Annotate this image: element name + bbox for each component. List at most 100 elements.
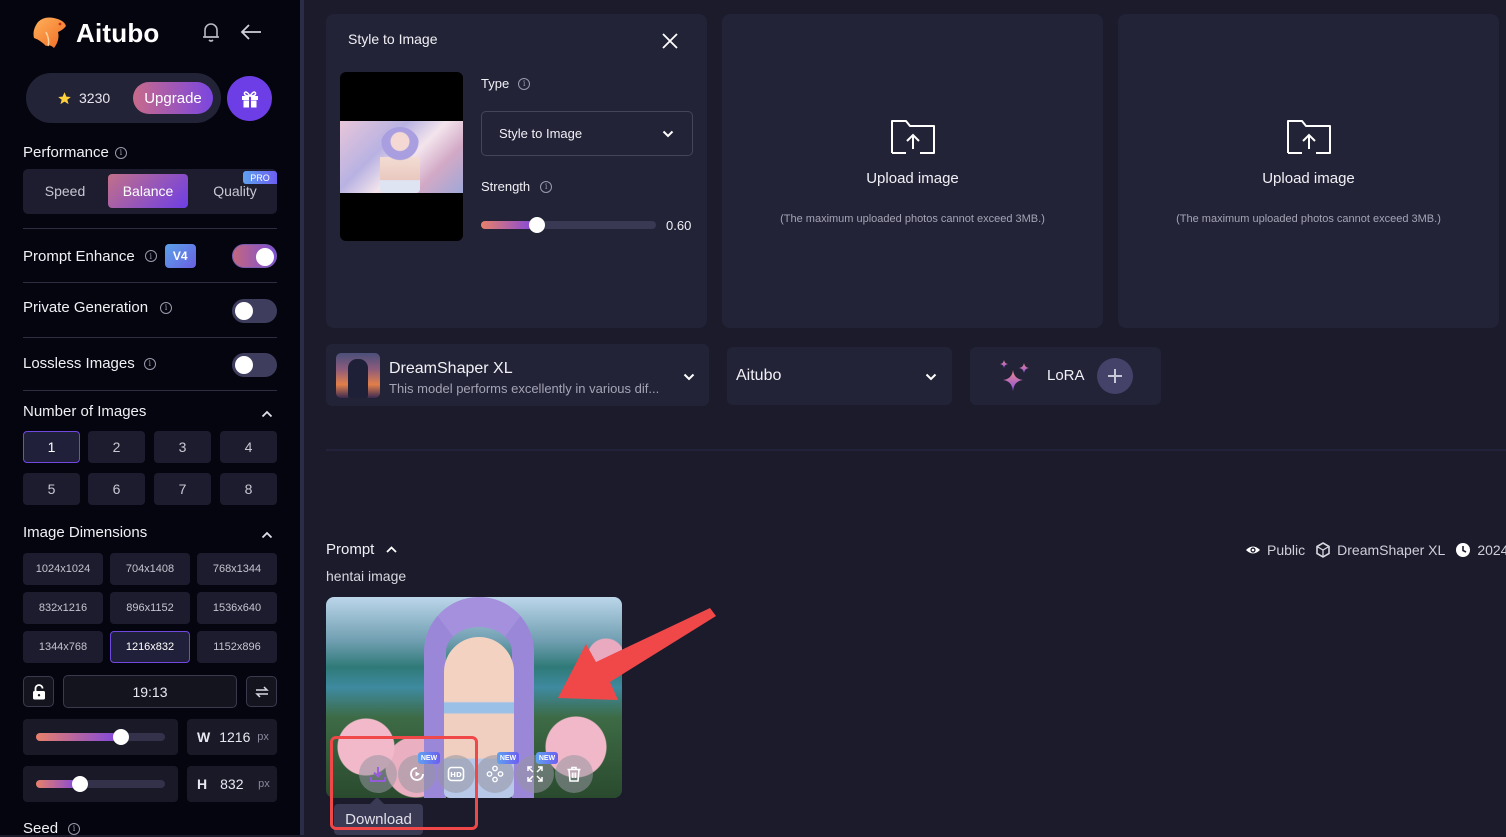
- image-count-option[interactable]: 8: [220, 473, 277, 505]
- private-generation-toggle[interactable]: [232, 299, 277, 323]
- dimension-option[interactable]: 1152x896: [197, 631, 277, 663]
- chevron-down-icon: [662, 130, 674, 138]
- delete-button[interactable]: [555, 755, 593, 793]
- aspect-ratio-field[interactable]: 19:13: [63, 675, 237, 708]
- private-generation-row: Private Generation i: [23, 299, 173, 316]
- upgrade-button[interactable]: Upgrade: [133, 82, 213, 114]
- width-slider[interactable]: [23, 719, 178, 755]
- dimension-option[interactable]: 704x1408: [110, 553, 190, 585]
- gift-button[interactable]: [227, 76, 272, 121]
- info-icon[interactable]: i: [518, 77, 531, 90]
- star-icon: [58, 91, 71, 104]
- width-field[interactable]: W 1216 px: [187, 719, 277, 755]
- info-icon[interactable]: i: [114, 146, 127, 159]
- visibility-info: Public: [1245, 542, 1305, 558]
- folder-upload-icon: [1286, 120, 1331, 154]
- performance-label-text: Performance: [23, 144, 109, 161]
- new-badge: NEW: [497, 752, 519, 764]
- panel-title: Style to Image: [348, 31, 438, 47]
- style-reference-image[interactable]: [340, 72, 463, 241]
- type-select-value: Style to Image: [499, 126, 583, 141]
- aspect-lock-button[interactable]: [23, 676, 54, 707]
- prompt-label: Prompt: [326, 541, 375, 558]
- arrow-left-icon[interactable]: [239, 22, 263, 42]
- folder-upload-icon: [890, 120, 935, 154]
- slider-knob[interactable]: [113, 729, 130, 745]
- info-icon[interactable]: i: [160, 301, 173, 314]
- height-field[interactable]: H 832 px: [187, 766, 277, 802]
- height-value[interactable]: 832: [220, 776, 254, 792]
- chevron-up-icon[interactable]: [261, 531, 273, 539]
- strength-label: Strength i: [481, 179, 553, 194]
- brand[interactable]: Aitubo: [30, 14, 160, 52]
- upload-note: (The maximum uploaded photos cannot exce…: [780, 213, 1045, 225]
- model-info: DreamShaper XL: [1315, 542, 1445, 558]
- prompt-header[interactable]: Prompt: [326, 541, 397, 558]
- lossless-images-toggle[interactable]: [232, 353, 277, 377]
- annotation-arrow-icon: [558, 608, 716, 700]
- reference-image-content: [340, 121, 463, 193]
- swap-dimensions-button[interactable]: [246, 676, 277, 707]
- dimension-option[interactable]: 896x1152: [110, 592, 190, 624]
- lossless-images-row: Lossless Images i: [23, 355, 156, 372]
- bell-icon[interactable]: [201, 21, 221, 43]
- nodes-icon: [486, 765, 504, 783]
- prompt-enhance-toggle[interactable]: [232, 244, 277, 268]
- performance-selector: Speed Balance Quality PRO: [23, 169, 277, 214]
- divider: [326, 449, 1506, 451]
- unlock-icon: [32, 683, 45, 699]
- image-count-option[interactable]: 3: [154, 431, 211, 463]
- upload-note: (The maximum uploaded photos cannot exce…: [1176, 213, 1441, 225]
- height-slider[interactable]: [23, 766, 178, 802]
- divider: [23, 337, 277, 338]
- strength-slider[interactable]: [481, 217, 656, 233]
- dimension-option[interactable]: 1536x640: [197, 592, 277, 624]
- version-badge: V4: [164, 244, 196, 268]
- type-select[interactable]: Style to Image: [481, 111, 693, 156]
- upload-dropzone[interactable]: Upload image (The maximum uploaded photo…: [1118, 14, 1499, 328]
- seed-label: Seed: [23, 820, 59, 837]
- image-count-option[interactable]: 4: [220, 431, 277, 463]
- chevron-down-icon: [925, 373, 937, 381]
- new-badge: NEW: [536, 752, 558, 764]
- image-count-option[interactable]: 5: [23, 473, 80, 505]
- slider-track: [36, 729, 165, 745]
- prompt-enhance-label: Prompt Enhance: [23, 247, 135, 265]
- model-selector[interactable]: DreamShaper XL This model performs excel…: [326, 344, 709, 406]
- close-icon[interactable]: [661, 32, 679, 50]
- info-icon[interactable]: i: [540, 180, 553, 193]
- info-icon[interactable]: i: [68, 822, 81, 835]
- sidebar-scrollbar[interactable]: [300, 0, 304, 835]
- cube-icon: [1316, 542, 1330, 558]
- style-selector[interactable]: Aitubo: [727, 347, 952, 405]
- width-value[interactable]: 1216: [219, 729, 253, 745]
- chevron-up-icon[interactable]: [261, 410, 273, 418]
- upload-dropzone[interactable]: Upload image (The maximum uploaded photo…: [722, 14, 1103, 328]
- dimension-option[interactable]: 1216x832: [110, 631, 190, 663]
- visibility-text: Public: [1267, 542, 1306, 558]
- slider-knob[interactable]: [71, 776, 88, 792]
- private-generation-label: Private Generation: [23, 299, 149, 316]
- dimension-option[interactable]: 1344x768: [23, 631, 103, 663]
- info-icon[interactable]: i: [144, 250, 157, 262]
- image-count-option[interactable]: 6: [88, 473, 145, 505]
- info-icon[interactable]: i: [143, 357, 156, 370]
- performance-option-speed[interactable]: Speed: [25, 174, 105, 208]
- number-of-images-label: Number of Images: [23, 403, 147, 420]
- image-count-option[interactable]: 2: [88, 431, 145, 463]
- dimension-option[interactable]: 832x1216: [23, 592, 103, 624]
- upload-title: Upload image: [866, 170, 959, 187]
- eye-icon: [1246, 546, 1260, 554]
- add-lora-button[interactable]: [1097, 358, 1133, 394]
- slider-knob[interactable]: [529, 217, 545, 233]
- prompt-text: hentai image: [326, 568, 407, 584]
- lora-selector[interactable]: LoRA: [970, 347, 1161, 405]
- image-count-option[interactable]: 7: [154, 473, 211, 505]
- performance-label: Performance i: [23, 144, 127, 161]
- dimension-option[interactable]: 1024x1024: [23, 553, 103, 585]
- model-name: DreamShaper XL: [389, 360, 513, 377]
- performance-option-balance[interactable]: Balance: [108, 174, 188, 208]
- dimension-option[interactable]: 768x1344: [197, 553, 277, 585]
- strength-value: 0.60: [666, 218, 692, 233]
- image-count-option[interactable]: 1: [23, 431, 80, 463]
